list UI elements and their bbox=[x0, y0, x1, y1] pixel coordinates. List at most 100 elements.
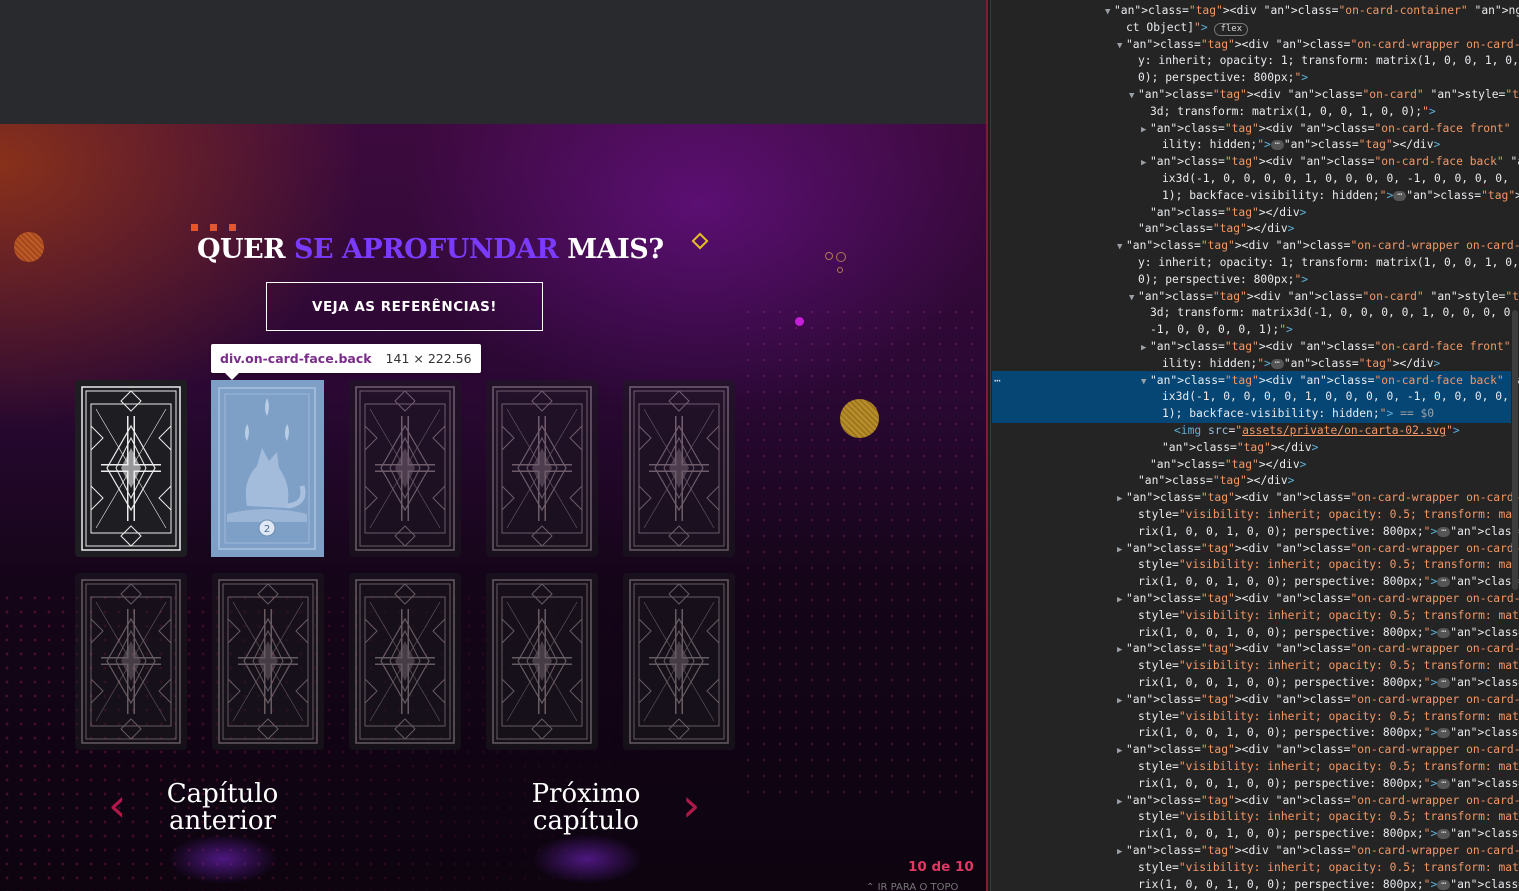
dom-node-line[interactable]: style="visibility: inherit; opacity: 0.5… bbox=[992, 507, 1519, 524]
chevron-left-icon[interactable]: ‹ bbox=[108, 782, 126, 828]
dom-node-line[interactable]: style="visibility: inherit; opacity: 0.5… bbox=[992, 709, 1519, 726]
dom-node-line[interactable]: ▼ "an">class="tag"><div "an">class="on-ca… bbox=[992, 373, 1519, 391]
dom-node-line[interactable]: ▶ "an">class="tag"><div "an">class="on-ca… bbox=[992, 742, 1519, 760]
dom-node-line[interactable]: ▶ "an">class="tag"><div "an">class="on-ca… bbox=[992, 843, 1519, 861]
next-chapter-link[interactable]: Próximo capítulo bbox=[525, 781, 647, 835]
dom-node-line[interactable]: ility: hidden;"> ⋯ "an">class="tag"></div> bbox=[992, 356, 1511, 373]
svg-text:2: 2 bbox=[264, 524, 270, 535]
dom-node-line[interactable]: "an">class="tag"></div> bbox=[992, 221, 1511, 238]
dom-node-line[interactable]: rix(1, 0, 0, 1, 0, 0); perspective: 800p… bbox=[992, 826, 1519, 843]
dom-node-line[interactable]: rix(1, 0, 0, 1, 0, 0); perspective: 800p… bbox=[992, 625, 1519, 642]
dom-node-line[interactable]: rix(1, 0, 0, 1, 0, 0); perspective: 800p… bbox=[992, 877, 1519, 891]
dom-node-line[interactable]: y: inherit; opacity: 1; transform: matri… bbox=[992, 53, 1519, 70]
tarot-card-1[interactable] bbox=[75, 380, 187, 557]
dom-node-line[interactable]: ▼ "an">class="tag"><div "an">class="on-ca… bbox=[992, 3, 1519, 21]
dom-node-line[interactable]: "an">class="tag"></div> bbox=[992, 457, 1511, 474]
dom-node-line[interactable]: 0); perspective: 800px;"> bbox=[992, 272, 1511, 289]
dom-node-line[interactable]: "an">class="tag"></div> bbox=[992, 440, 1511, 457]
expand-toggle-icon[interactable]: ▶ bbox=[1117, 642, 1126, 659]
next-chapter-line2: capítulo bbox=[532, 806, 640, 836]
expand-toggle-icon[interactable]: ▶ bbox=[1141, 155, 1150, 172]
dom-node-line[interactable]: style="visibility: inherit; opacity: 0.5… bbox=[992, 759, 1519, 776]
tarot-card-8 bbox=[349, 573, 461, 750]
tarot-card-2[interactable]: 2 bbox=[211, 380, 324, 557]
dom-node-line[interactable]: style="visibility: inherit; opacity: 0.5… bbox=[992, 658, 1519, 675]
dom-node-line[interactable]: y: inherit; opacity: 1; transform: matri… bbox=[992, 255, 1519, 272]
dom-node-line[interactable]: 3d; transform: matrix3d(-1, 0, 0, 0, 0, … bbox=[992, 305, 1517, 322]
expand-toggle-icon[interactable]: ▶ bbox=[1117, 743, 1126, 760]
expand-toggle-icon[interactable]: ▶ bbox=[1117, 592, 1126, 609]
previous-chapter-line2: anterior bbox=[169, 806, 276, 836]
dom-node-line[interactable]: rix(1, 0, 0, 1, 0, 0); perspective: 800p… bbox=[992, 725, 1519, 742]
dom-node-line[interactable]: 0); perspective: 800px;"> bbox=[992, 70, 1511, 87]
dom-node-line[interactable]: "an">class="tag"></div> bbox=[992, 205, 1511, 222]
dom-node-line[interactable]: style="visibility: inherit; opacity: 0.5… bbox=[992, 860, 1519, 877]
expand-toggle-icon[interactable]: ▼ bbox=[1117, 38, 1126, 55]
dom-node-line[interactable]: ▶ "an">class="tag"><div "an">class="on-ca… bbox=[992, 641, 1519, 659]
dom-node-line[interactable]: 3d; transform: matrix(1, 0, 0, 1, 0, 0);… bbox=[992, 104, 1511, 121]
expand-toggle-icon[interactable]: ▼ bbox=[1105, 4, 1114, 21]
back-to-top-label: IR PARA O TOPO bbox=[877, 882, 959, 891]
dom-node-line[interactable]: ▶ "an">class="tag"><div "an">class="on-ca… bbox=[992, 121, 1519, 139]
dom-node-line[interactable]: style="visibility: inherit; opacity: 0.5… bbox=[992, 557, 1519, 574]
dom-node-line[interactable]: ix3d(-1, 0, 0, 0, 0, 1, 0, 0, 0, 0, -1, … bbox=[992, 389, 1511, 406]
expand-toggle-icon[interactable]: ▶ bbox=[1117, 844, 1126, 861]
dom-node-line[interactable]: style="visibility: inherit; opacity: 0.5… bbox=[992, 608, 1519, 625]
back-to-top-link[interactable]: ⌃ IR PARA O TOPO bbox=[866, 882, 958, 891]
dom-node-line[interactable]: ▶ "an">class="tag"><div "an">class="on-ca… bbox=[992, 692, 1519, 710]
page-counter: 10 de 10 bbox=[908, 859, 974, 875]
tooltip-selector: div.on-card-face.back bbox=[220, 351, 372, 366]
chevron-right-icon[interactable]: › bbox=[682, 782, 700, 828]
expand-toggle-icon[interactable]: ▼ bbox=[1129, 290, 1138, 307]
heading-part-2: MAIS? bbox=[558, 234, 664, 265]
next-chapter-line1: Próximo bbox=[531, 779, 641, 809]
dom-node-line[interactable]: ▼ "an">class="tag"><div "an">class="on-ca… bbox=[992, 289, 1519, 307]
dom-node-line[interactable]: <img src="assets/private/on-carta-02.svg… bbox=[992, 423, 1511, 440]
expand-toggle-icon[interactable]: ▶ bbox=[1117, 491, 1126, 508]
flex-badge[interactable]: flex bbox=[1214, 22, 1249, 36]
dom-node-line[interactable]: ct Object]"> flex bbox=[992, 20, 1511, 37]
dom-node-line[interactable]: -1, 0, 0, 0, 0, 1);"> bbox=[992, 322, 1511, 339]
expand-toggle-icon[interactable]: ▶ bbox=[1117, 794, 1126, 811]
expand-toggle-icon[interactable]: ▶ bbox=[1117, 542, 1126, 559]
dom-node-line[interactable]: rix(1, 0, 0, 1, 0, 0); perspective: 800p… bbox=[992, 675, 1519, 692]
expand-toggle-icon[interactable]: ▶ bbox=[1141, 122, 1150, 139]
scrollbar[interactable] bbox=[1512, 310, 1518, 590]
expand-toggle-icon[interactable]: ▶ bbox=[1117, 693, 1126, 710]
dom-node-line[interactable]: ility: hidden;"> ⋯ "an">class="tag"></div> bbox=[992, 137, 1511, 154]
references-button[interactable]: VEJA AS REFERÊNCIAS! bbox=[266, 282, 543, 331]
dot-pattern-right bbox=[740, 304, 986, 804]
tooltip-size: 141 × 222.56 bbox=[385, 351, 472, 366]
dom-node-line[interactable]: 1); backface-visibility: hidden;"> ⋯ "an">… bbox=[992, 188, 1519, 205]
dom-node-line[interactable]: ▶ "an">class="tag"><div "an">class="on-ca… bbox=[992, 541, 1519, 559]
chapter-end-section: QUER SE APROFUNDAR MAIS? VEJA AS REFERÊN… bbox=[0, 124, 986, 891]
dom-node-line[interactable]: ▼ "an">class="tag"><div "an">class="on-ca… bbox=[992, 37, 1519, 55]
dom-node-line[interactable]: ▶ "an">class="tag"><div "an">class="on-ca… bbox=[992, 591, 1519, 609]
ring-decoration bbox=[836, 252, 846, 262]
dom-node-line[interactable]: rix(1, 0, 0, 1, 0, 0); perspective: 800p… bbox=[992, 574, 1519, 591]
dom-node-line[interactable]: rix(1, 0, 0, 1, 0, 0); perspective: 800p… bbox=[992, 524, 1519, 541]
dom-node-line[interactable]: ▼ "an">class="tag"><div "an">class="on-ca… bbox=[992, 238, 1519, 256]
dom-node-line[interactable]: 1); backface-visibility: hidden;"> == $0 bbox=[992, 406, 1511, 423]
tarot-card-3 bbox=[349, 380, 461, 557]
dom-node-line[interactable]: style="visibility: inherit; opacity: 0.5… bbox=[992, 809, 1519, 826]
orange-square-decoration bbox=[210, 224, 217, 231]
dom-node-line[interactable]: "an">class="tag"></div> bbox=[992, 473, 1511, 490]
expand-toggle-icon[interactable]: ▶ bbox=[1141, 340, 1150, 357]
dom-node-line[interactable]: ▶ "an">class="tag"><div "an">class="on-ca… bbox=[992, 154, 1519, 172]
dom-node-line[interactable]: ▶ "an">class="tag"><div "an">class="on-ca… bbox=[992, 793, 1519, 811]
dom-node-line[interactable]: rix(1, 0, 0, 1, 0, 0); perspective: 800p… bbox=[992, 776, 1519, 793]
arrow-up-icon: ⌃ bbox=[866, 882, 875, 891]
dom-node-line[interactable]: ▼ "an">class="tag"><div "an">class="on-ca… bbox=[992, 87, 1519, 105]
previous-chapter-link[interactable]: Capítulo anterior bbox=[160, 781, 285, 835]
tarot-card-5 bbox=[623, 380, 735, 557]
dom-node-line[interactable]: ▶ "an">class="tag"><div "an">class="on-ca… bbox=[992, 339, 1519, 357]
tarot-card-6 bbox=[75, 573, 187, 750]
dom-node-line[interactable]: ix3d(-1, 0, 0, 0, 0, 1, 0, 0, 0, 0, -1, … bbox=[992, 171, 1511, 188]
nav-glow bbox=[532, 834, 642, 884]
expand-toggle-icon[interactable]: ▼ bbox=[1141, 374, 1150, 391]
dom-node-line[interactable]: ▶ "an">class="tag"><div "an">class="on-ca… bbox=[992, 490, 1519, 508]
more-options-icon[interactable]: ⋯ bbox=[994, 374, 1001, 387]
expand-toggle-icon[interactable]: ▼ bbox=[1117, 239, 1126, 256]
expand-toggle-icon[interactable]: ▼ bbox=[1129, 88, 1138, 105]
